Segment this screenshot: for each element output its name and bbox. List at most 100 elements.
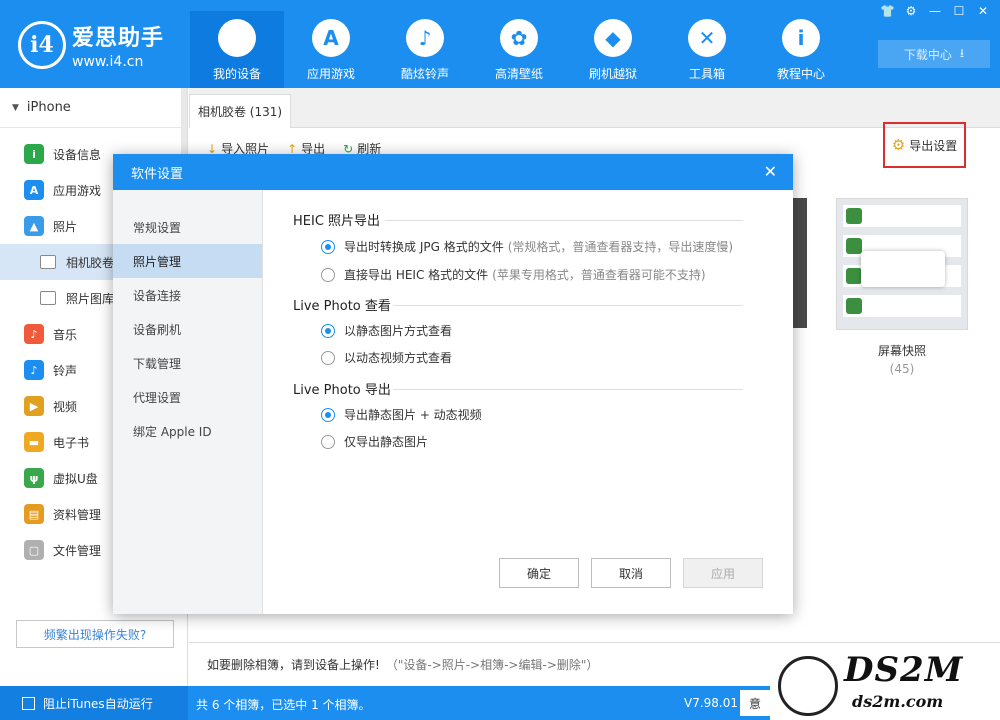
radio-icon[interactable] <box>321 434 335 449</box>
sidebar-item-label: 文件管理 <box>53 543 102 558</box>
apply-button[interactable]: 应用 <box>683 558 763 588</box>
main-nav: 我的设备 A 应用游戏 ♪ 酷炫铃声 ✿ 高清壁纸 ◆ 刷机越狱 ✕ 工具箱 i… <box>190 11 848 88</box>
nav-apps[interactable]: A 应用游戏 <box>284 11 378 88</box>
device-selector[interactable]: ▼ iPhone <box>0 88 187 128</box>
gear-icon: ⚙ <box>891 136 906 154</box>
dialog-nav-item[interactable]: 绑定 Apple ID <box>113 414 262 448</box>
nav-ringtones[interactable]: ♪ 酷炫铃声 <box>378 11 472 88</box>
appstore-icon: A <box>312 19 350 57</box>
block-itunes-label: 阻止iTunes自动运行 <box>43 696 153 711</box>
close-icon[interactable]: ✕ <box>764 162 777 181</box>
radio-option[interactable]: 导出静态图片 + 动态视频 <box>321 406 482 423</box>
radio-option[interactable]: 导出时转换成 JPG 格式的文件 (常规格式，普通查看器支持，导出速度慢) <box>321 238 733 255</box>
music-icon: ♪ <box>24 324 44 344</box>
nav-label: 酷炫铃声 <box>400 67 449 81</box>
minimize-icon[interactable]: — <box>928 4 942 18</box>
dialog-nav-item[interactable]: 下载管理 <box>113 346 262 380</box>
radio-icon[interactable] <box>321 350 335 365</box>
nav-flash-jailbreak[interactable]: ◆ 刷机越狱 <box>566 11 660 88</box>
radio-icon[interactable] <box>321 267 335 282</box>
nav-label: 工具箱 <box>688 67 725 81</box>
flower-icon: ✿ <box>500 19 538 57</box>
file-icon: ▢ <box>24 540 44 560</box>
app-logo: i4 爱思助手 www.i4.cn <box>18 20 164 70</box>
download-center-label: 下载中心 <box>903 47 952 62</box>
dialog-nav-item[interactable]: 代理设置 <box>113 380 262 414</box>
block-itunes-toggle[interactable]: 阻止iTunes自动运行 <box>0 686 188 720</box>
checkbox-icon[interactable] <box>22 696 35 710</box>
skin-icon[interactable]: 👕 <box>880 4 895 18</box>
nav-label: 刷机越狱 <box>588 67 637 81</box>
settings-dialog: 软件设置 ✕ 常规设置 照片管理 设备连接 设备刷机 下载管理 代理设置 绑定 Apple … <box>113 154 793 614</box>
ok-button[interactable]: 确定 <box>499 558 579 588</box>
radio-option[interactable]: 以静态图片方式查看 <box>321 322 452 339</box>
radio-icon[interactable] <box>321 407 335 422</box>
cancel-button[interactable]: 取消 <box>591 558 671 588</box>
tab-camera-roll[interactable]: 相机胶卷 (131) <box>189 94 291 128</box>
radio-option[interactable]: 以动态视频方式查看 <box>321 349 452 366</box>
radio-icon[interactable] <box>321 239 335 254</box>
album-name: 屏幕快照 <box>877 344 926 358</box>
hint-path: （"设备->照片->相簿->编辑->删除"） <box>385 658 599 672</box>
export-settings-button[interactable]: ⚙ 导出设置 <box>883 122 966 168</box>
radio-icon[interactable] <box>321 323 335 338</box>
version-label: V7.98.01 <box>684 696 739 710</box>
hint-text: 如要删除相簿，请到设备上操作! <box>207 658 380 672</box>
radio-label: 导出时转换成 JPG 格式的文件 <box>344 240 504 254</box>
dialog-nav-item[interactable]: 设备刷机 <box>113 312 262 346</box>
dialog-title: 软件设置 <box>131 166 184 182</box>
tab-bar: 相机胶卷 (131) <box>189 88 1000 128</box>
status-summary: 共 6 个相簿，已选中 1 个相簿。 <box>196 698 371 712</box>
bell-icon: ♪ <box>406 19 444 57</box>
section-divider <box>393 305 743 306</box>
sidebar-item-label: 铃声 <box>53 363 78 378</box>
radio-label: 导出静态图片 + 动态视频 <box>344 408 482 422</box>
sidebar-item-label: 应用游戏 <box>53 183 102 198</box>
nav-label: 高清壁纸 <box>494 67 543 81</box>
album-count: (45) <box>889 362 915 376</box>
section-title: Live Photo 查看 <box>293 299 391 314</box>
close-icon[interactable]: ✕ <box>976 4 990 18</box>
dialog-nav-item[interactable]: 设备连接 <box>113 278 262 312</box>
watermark-atom-icon <box>778 656 838 716</box>
appstore-icon: A <box>24 180 44 200</box>
nav-label: 我的设备 <box>212 67 261 81</box>
operation-failure-help-button[interactable]: 频繁出现操作失败? <box>16 620 174 648</box>
maximize-icon[interactable]: ☐ <box>952 4 966 18</box>
tools-icon: ✕ <box>688 19 726 57</box>
sidebar-item-label: 电子书 <box>53 435 90 450</box>
folder-icon <box>40 255 56 269</box>
nav-my-device[interactable]: 我的设备 <box>190 11 284 88</box>
nav-wallpapers[interactable]: ✿ 高清壁纸 <box>472 11 566 88</box>
dialog-nav-item[interactable]: 照片管理 <box>113 244 262 278</box>
video-icon: ▶ <box>24 396 44 416</box>
window-controls: 👕 ⚙ — ☐ ✕ <box>880 4 990 18</box>
dialog-body: 确定 取消 应用 HEIC 照片导出 导出时转换成 JPG 格式的文件 (常规格式，… <box>263 190 793 614</box>
radio-option[interactable]: 直接导出 HEIC 格式的文件 (苹果专用格式，普通查看器可能不支持) <box>321 266 706 283</box>
section-divider <box>393 389 743 390</box>
album-thumbnail[interactable] <box>836 198 968 330</box>
radio-option[interactable]: 仅导出静态图片 <box>321 433 428 450</box>
sidebar-item-label: 照片 <box>53 219 78 234</box>
nav-toolbox[interactable]: ✕ 工具箱 <box>660 11 754 88</box>
sidebar-item-label: 资料管理 <box>53 507 102 522</box>
app-url: www.i4.cn <box>72 54 144 70</box>
nav-label: 教程中心 <box>776 67 825 81</box>
dialog-nav-item[interactable]: 常规设置 <box>113 210 262 244</box>
info-icon: i <box>782 19 820 57</box>
nav-tutorials[interactable]: i 教程中心 <box>754 11 848 88</box>
feedback-button[interactable]: 意 <box>740 690 770 716</box>
folder-icon <box>40 291 56 305</box>
radio-label: 以动态视频方式查看 <box>344 351 453 365</box>
download-center-button[interactable]: 下载中心 ⭳ <box>878 40 990 68</box>
sidebar-item-label: 照片图库 <box>66 291 115 306</box>
dialog-nav: 常规设置 照片管理 设备连接 设备刷机 下载管理 代理设置 绑定 Apple ID <box>113 190 263 614</box>
top-bar: i4 爱思助手 www.i4.cn 我的设备 A 应用游戏 ♪ 酷炫铃声 ✿ 高… <box>0 0 1000 88</box>
sidebar-item-label: 音乐 <box>53 327 78 342</box>
settings-icon[interactable]: ⚙ <box>904 4 918 18</box>
radio-label: 直接导出 HEIC 格式的文件 <box>344 268 489 282</box>
dropbox-icon: ◆ <box>594 19 632 57</box>
section-divider <box>385 220 743 221</box>
device-name: iPhone <box>26 100 71 115</box>
logo-mark: i4 <box>18 21 66 69</box>
